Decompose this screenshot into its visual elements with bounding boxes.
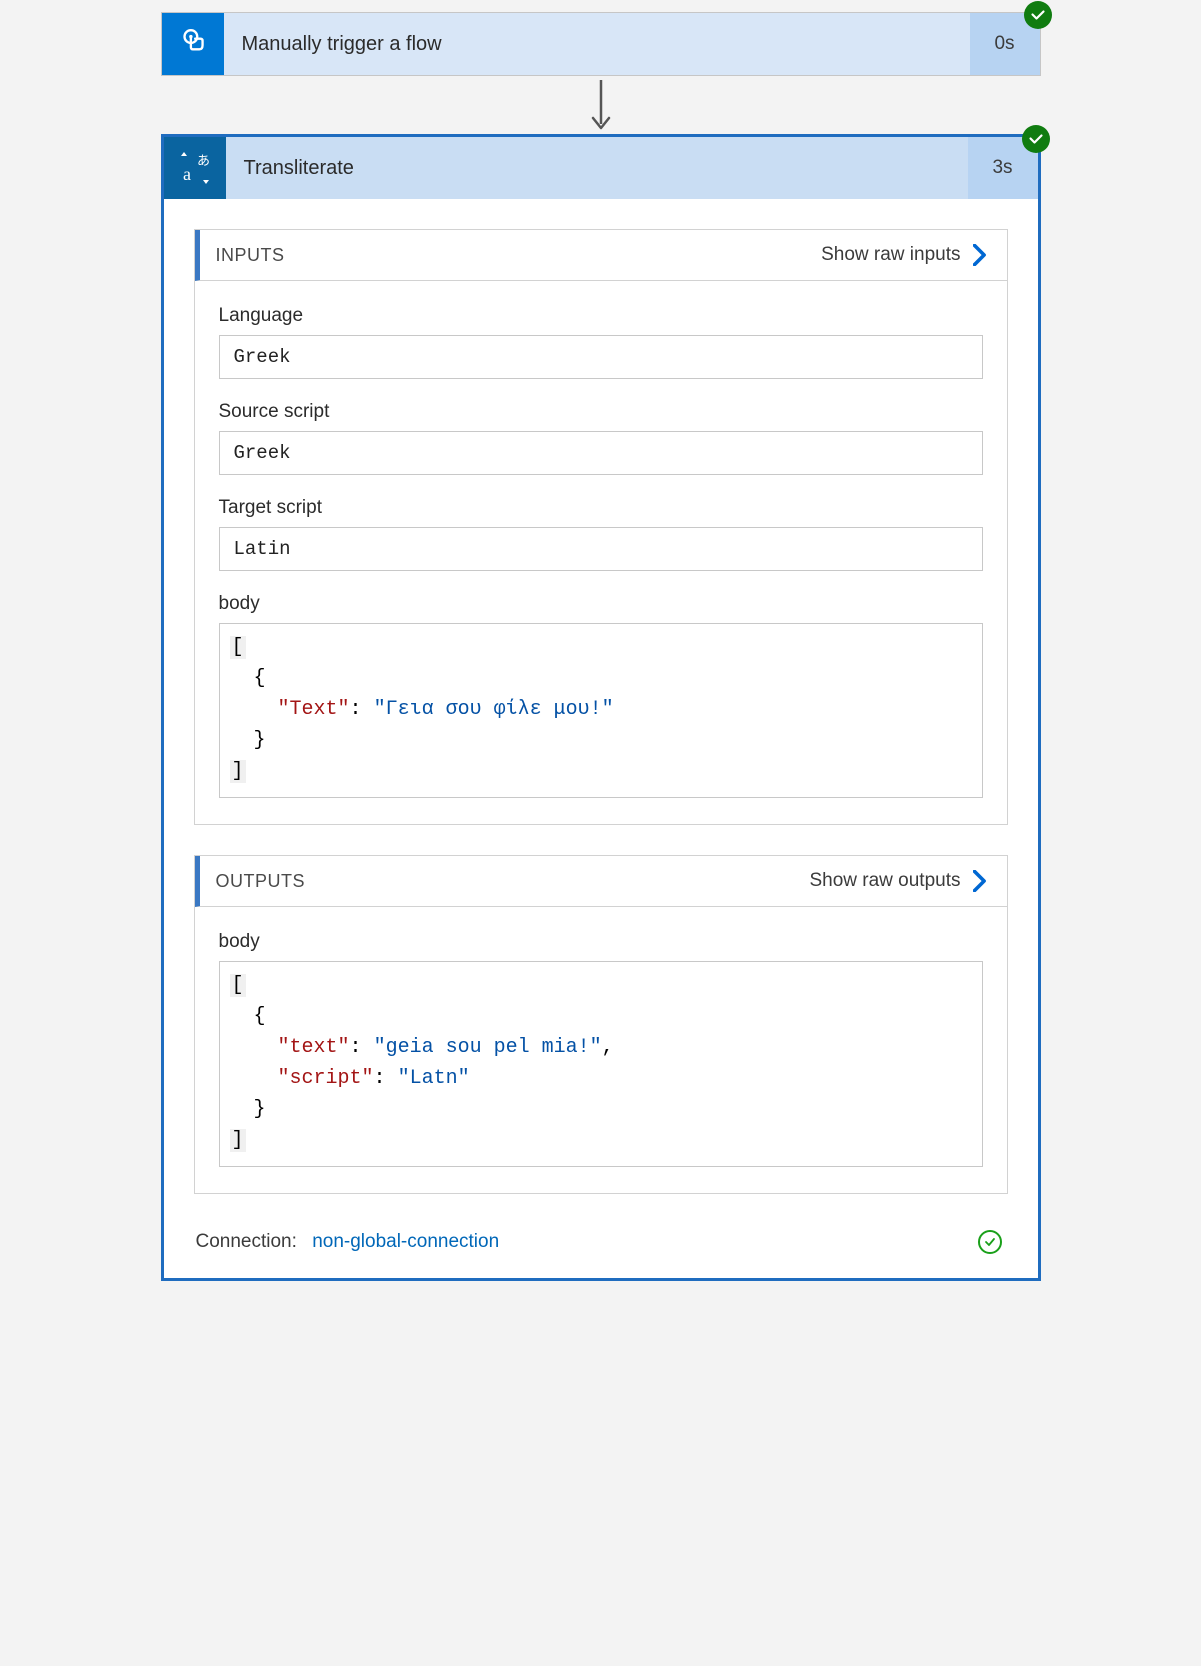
connection-label: Connection: <box>196 1231 297 1252</box>
target-script-label: Target script <box>219 497 983 519</box>
chevron-right-icon <box>973 870 987 892</box>
connection-status-icon <box>978 1230 1002 1254</box>
success-badge-icon <box>1024 1 1052 29</box>
show-raw-inputs-button[interactable]: Show raw inputs <box>821 244 986 266</box>
outputs-header: OUTPUTS <box>216 871 306 892</box>
show-raw-inputs-label: Show raw inputs <box>821 244 960 266</box>
input-body-label: body <box>219 593 983 615</box>
touch-icon <box>162 13 224 75</box>
chevron-right-icon <box>973 244 987 266</box>
source-script-value: Greek <box>219 431 983 475</box>
flow-arrow-icon <box>161 76 1041 134</box>
source-script-label: Source script <box>219 401 983 423</box>
show-raw-outputs-label: Show raw outputs <box>809 870 960 892</box>
connection-link[interactable]: non-global-connection <box>312 1231 499 1252</box>
input-body-json: [ { "Text": "Γεια σου φίλε μου!" } ] <box>219 623 983 798</box>
language-label: Language <box>219 305 983 327</box>
language-value: Greek <box>219 335 983 379</box>
output-body-json: [ { "text": "geia sou pel mia!", "script… <box>219 961 983 1167</box>
transliterate-icon: a あ <box>164 137 226 199</box>
target-script-value: Latin <box>219 527 983 571</box>
success-badge-icon <box>1022 125 1050 153</box>
inputs-section: INPUTS Show raw inputs Language Greek So… <box>194 229 1008 825</box>
connection-row: Connection: non-global-connection <box>194 1224 1008 1256</box>
action-card[interactable]: a あ Transliterate 3s INPUTS Show raw inp… <box>161 134 1041 1281</box>
show-raw-outputs-button[interactable]: Show raw outputs <box>809 870 986 892</box>
svg-text:あ: あ <box>197 153 210 168</box>
trigger-card[interactable]: Manually trigger a flow 0s <box>161 12 1041 76</box>
trigger-title: Manually trigger a flow <box>224 33 970 56</box>
outputs-section: OUTPUTS Show raw outputs body [ { "text"… <box>194 855 1008 1194</box>
output-body-label: body <box>219 931 983 953</box>
inputs-header: INPUTS <box>216 245 285 266</box>
action-title: Transliterate <box>226 157 968 180</box>
svg-text:a: a <box>183 164 191 184</box>
